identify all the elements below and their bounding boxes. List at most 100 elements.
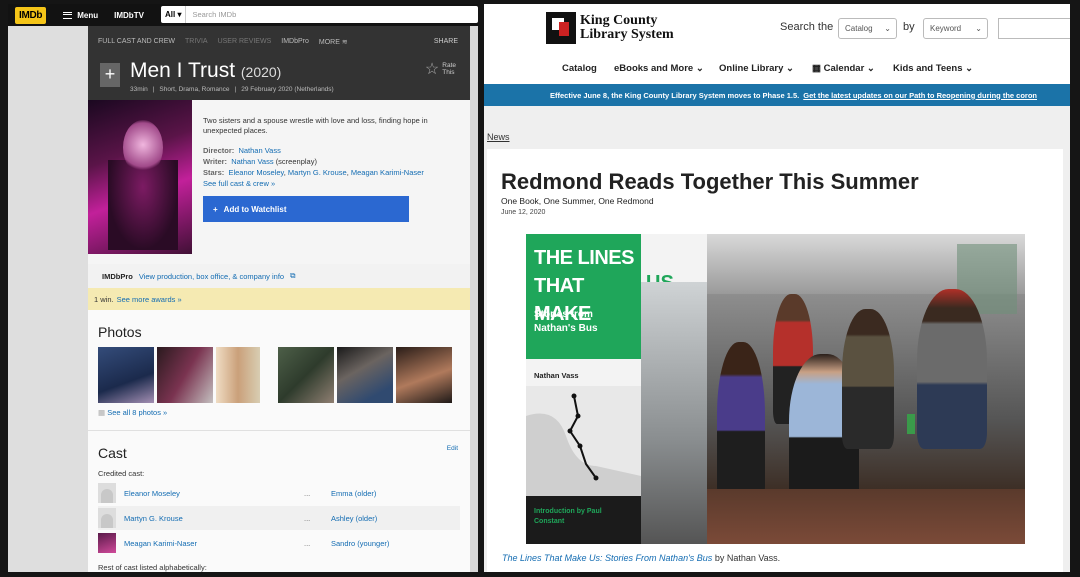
character-link[interactable]: Sandro (younger) xyxy=(331,539,389,548)
image-caption: The Lines That Make Us: Stories From Nat… xyxy=(502,553,780,563)
table-row: Martyn G. Krouse... Ashley (older) xyxy=(98,506,460,530)
credited-cast-label: Credited cast: xyxy=(98,469,145,478)
see-full-cast-link[interactable]: See full cast & crew » xyxy=(203,178,468,189)
cast-name-link[interactable]: Meagan Karimi-Naser xyxy=(124,539,304,548)
catalog-select[interactable]: Catalog ⌄ xyxy=(838,18,897,39)
photo-thumbnail[interactable] xyxy=(337,347,393,403)
group-photo xyxy=(707,234,1025,544)
rate-label-line1: Rate xyxy=(442,62,456,69)
kcls-logo-text: King County Library System xyxy=(580,14,674,42)
nav-ebooks[interactable]: eBooks and More ⌄ xyxy=(614,63,704,74)
photo-thumbnail[interactable] xyxy=(396,347,452,403)
keyword-select-label: Keyword xyxy=(930,24,962,33)
search-bar[interactable]: All ▾ Search IMDb xyxy=(161,6,478,23)
nav-catalog[interactable]: Catalog xyxy=(562,63,597,74)
director-link[interactable]: Nathan Vass xyxy=(238,146,280,155)
star-link[interactable]: Martyn G. Krouse xyxy=(288,168,347,177)
cast-name-link[interactable]: Eleanor Moseley xyxy=(124,489,304,498)
poster-face xyxy=(123,120,163,175)
subnav-trivia[interactable]: TRIVIA xyxy=(185,38,208,46)
subnav: FULL CAST AND CREW TRIVIA USER REVIEWS I… xyxy=(98,38,348,46)
release-date[interactable]: 29 February 2020 (Netherlands) xyxy=(241,86,334,93)
search-category-select[interactable]: All ▾ xyxy=(161,6,187,23)
subnav-more[interactable]: MORE ≋ xyxy=(319,38,348,46)
book-cover-title-block: THE LINES THAT MAKE Stories from Nathan's… xyxy=(526,234,641,359)
subnav-imdbpro[interactable]: IMDbPro xyxy=(281,38,309,46)
rate-this-button[interactable]: ☆ Rate This xyxy=(425,61,456,77)
subnav-more-label: MORE xyxy=(318,39,340,46)
kcls-logo-line2: Library System xyxy=(580,27,674,42)
menu-label: Menu xyxy=(77,10,99,20)
add-to-list-icon[interactable]: + xyxy=(100,63,120,87)
imdb-tv-link[interactable]: IMDbTV xyxy=(114,11,144,20)
book-cover-map xyxy=(526,386,641,496)
menu-button[interactable]: Menu xyxy=(63,11,98,20)
imdbpro-link[interactable]: View production, box office, & company i… xyxy=(139,272,284,281)
nav-online-library[interactable]: Online Library ⌄ xyxy=(719,63,794,74)
search-input[interactable]: Search IMDb xyxy=(186,10,236,19)
keyword-select[interactable]: Keyword ⌄ xyxy=(923,18,988,39)
see-more-awards-link[interactable]: See more awards » xyxy=(117,295,182,304)
writer-label: Writer: xyxy=(203,157,228,166)
photo-person xyxy=(917,289,987,449)
breadcrumb[interactable]: News xyxy=(487,132,510,142)
share-button[interactable]: SHARE xyxy=(434,38,458,45)
page-title: Men I Trust (2020) xyxy=(130,59,281,83)
star-link[interactable]: Meagan Karimi-Naser xyxy=(351,168,424,177)
avatar[interactable] xyxy=(98,483,116,503)
chevron-down-icon: ⌄ xyxy=(884,24,891,33)
kcls-logo-line1: King County xyxy=(580,13,658,28)
poster-image[interactable] xyxy=(88,100,192,254)
avatar[interactable] xyxy=(98,533,116,553)
hamburger-icon xyxy=(63,11,73,19)
photo-ground xyxy=(707,489,1025,544)
search-input[interactable] xyxy=(998,18,1070,39)
chevron-down-icon: ⌄ xyxy=(695,63,704,74)
article: Redmond Reads Together This Summer One B… xyxy=(487,149,1063,572)
writer-link[interactable]: Nathan Vass xyxy=(231,157,273,166)
cast-name-link[interactable]: Martyn G. Krouse xyxy=(124,514,304,523)
subnav-user-reviews[interactable]: USER REVIEWS xyxy=(218,38,272,46)
photo-gap xyxy=(263,347,275,403)
subnav-full-cast[interactable]: FULL CAST AND CREW xyxy=(98,38,175,46)
overview: Two sisters and a spouse wrestle with lo… xyxy=(88,100,470,264)
kcls-logo-mark-icon xyxy=(546,12,576,44)
nav-kids-teens[interactable]: Kids and Teens ⌄ xyxy=(893,63,973,74)
see-all-photos-link[interactable]: ▦ See all 8 photos » xyxy=(98,408,167,417)
rate-label-line2: This xyxy=(442,69,455,76)
avatar-placeholder-icon xyxy=(101,514,113,528)
nav-kids-teens-label: Kids and Teens xyxy=(893,63,963,74)
photo-thumbnail[interactable] xyxy=(278,347,334,403)
search-the-label: Search the xyxy=(780,21,834,33)
photo-thumbnail[interactable] xyxy=(216,347,260,403)
route-map-graphic xyxy=(526,386,641,496)
nav-calendar-label: Calendar xyxy=(823,63,865,74)
director-label: Director: xyxy=(203,146,235,155)
grid-icon: ▦ xyxy=(98,408,106,417)
title-text: Men I Trust xyxy=(130,59,236,82)
edit-cast-link[interactable]: Edit xyxy=(447,445,458,452)
nav-calendar[interactable]: ▦ Calendar ⌄ xyxy=(812,63,875,74)
genres[interactable]: Short, Drama, Romance xyxy=(159,86,229,93)
add-to-watchlist-button[interactable]: + Add to Watchlist xyxy=(203,196,409,222)
plus-icon: + xyxy=(213,204,218,214)
alert-banner: Effective June 8, the King County Librar… xyxy=(484,84,1070,106)
character-link[interactable]: Emma (older) xyxy=(331,489,376,498)
imdb-logo[interactable]: IMDb xyxy=(15,6,47,24)
scrollbar[interactable] xyxy=(470,26,478,572)
article-subhead: One Book, One Summer, One Redmond xyxy=(501,196,654,206)
kcls-logo[interactable]: King County Library System xyxy=(546,12,674,44)
nav-online-library-label: Online Library xyxy=(719,63,784,74)
title-year[interactable]: (2020) xyxy=(241,64,281,80)
meta-divider: | xyxy=(234,86,237,93)
imdb-window: IMDb Menu IMDbTV All ▾ Search IMDb FULL … xyxy=(8,4,478,572)
chevron-down-icon: ≋ xyxy=(341,39,348,46)
photo-thumbnail[interactable] xyxy=(98,347,154,403)
meta-divider: | xyxy=(152,86,155,93)
star-link[interactable]: Eleanor Moseley xyxy=(228,168,283,177)
caption-book-link[interactable]: The Lines That Make Us: Stories From Nat… xyxy=(502,553,712,563)
character-link[interactable]: Ashley (older) xyxy=(331,514,377,523)
banner-link[interactable]: Get the latest updates on our Path to Re… xyxy=(803,91,1037,100)
avatar[interactable] xyxy=(98,508,116,528)
photo-thumbnail[interactable] xyxy=(157,347,213,403)
